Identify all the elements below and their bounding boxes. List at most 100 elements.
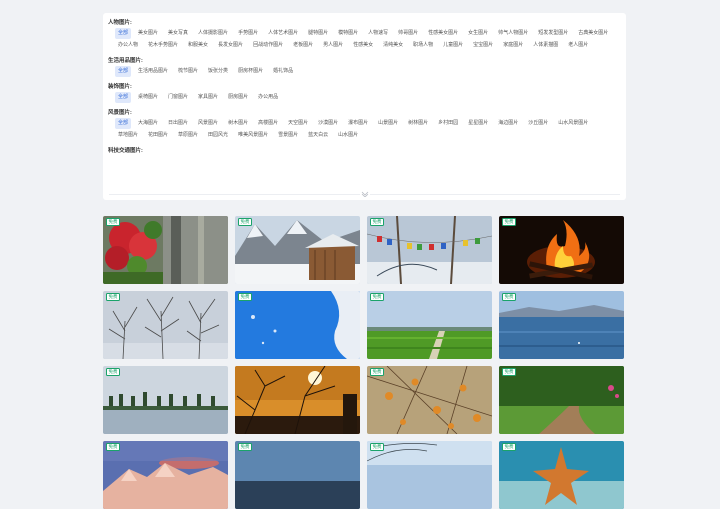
category-tag[interactable]: 沙丘图片: [525, 118, 551, 129]
image-thumbnail[interactable]: [103, 366, 228, 434]
category-tag[interactable]: 草地图片: [115, 130, 141, 141]
category-tag[interactable]: 沙漠图片: [315, 118, 341, 129]
category-tag[interactable]: 老板图片: [290, 40, 316, 51]
category-tag[interactable]: 手势图片: [235, 28, 261, 39]
category-tag[interactable]: 蓝天白云: [305, 130, 331, 141]
category-tag[interactable]: 瀑布图片: [345, 118, 371, 129]
category-tag[interactable]: 全部: [115, 28, 132, 39]
category-tag[interactable]: 清纯美女: [380, 40, 406, 51]
category-tag[interactable]: 美女图片: [135, 28, 161, 39]
category-tag[interactable]: 天空图片: [285, 118, 311, 129]
category-tag[interactable]: 厨房杯图片: [235, 66, 266, 77]
category-tag[interactable]: 帅哥图片: [395, 28, 421, 39]
image-card[interactable]: 免费: [235, 441, 360, 509]
image-card[interactable]: [235, 366, 360, 434]
image-card[interactable]: 免费: [367, 366, 492, 434]
category-tag[interactable]: 厨房图片: [225, 92, 251, 103]
category-tag[interactable]: 桌椅图片: [135, 92, 161, 103]
image-card[interactable]: 免费: [103, 366, 228, 434]
image-thumbnail[interactable]: [103, 441, 228, 509]
image-thumbnail[interactable]: [235, 366, 360, 434]
category-tag[interactable]: 家具图片: [195, 92, 221, 103]
category-tag[interactable]: 短发发型图片: [535, 28, 571, 39]
category-tag[interactable]: 腿特图片: [305, 28, 331, 39]
image-card[interactable]: 免费: [103, 441, 228, 509]
image-card[interactable]: 免费: [103, 216, 228, 284]
category-tag[interactable]: 乡村田园: [435, 118, 461, 129]
category-tag[interactable]: 雪景图片: [275, 130, 301, 141]
category-tag[interactable]: 办公用品: [255, 92, 281, 103]
image-thumbnail[interactable]: [499, 291, 624, 359]
category-tag[interactable]: 女生图片: [465, 28, 491, 39]
category-tag[interactable]: 人物速写: [365, 28, 391, 39]
category-tag[interactable]: 高楼图片: [255, 118, 281, 129]
category-tag[interactable]: 全部: [115, 118, 132, 129]
category-tag[interactable]: 全部: [115, 92, 132, 103]
category-tag[interactable]: 性感美女: [350, 40, 376, 51]
image-thumbnail[interactable]: [367, 291, 492, 359]
image-thumbnail[interactable]: [103, 291, 228, 359]
image-card[interactable]: 免费: [235, 291, 360, 359]
category-tag[interactable]: 田园风光: [205, 130, 231, 141]
category-tag[interactable]: 山水图片: [335, 130, 361, 141]
image-thumbnail[interactable]: [499, 216, 624, 284]
category-tag[interactable]: 美女写真: [165, 28, 191, 39]
chevron-down-icon[interactable]: [359, 190, 370, 198]
category-tag[interactable]: 花木手势图片: [145, 40, 181, 51]
image-card[interactable]: 免费: [499, 366, 624, 434]
category-tag[interactable]: 饭张分类: [205, 66, 231, 77]
category-tag[interactable]: 山景图片: [375, 118, 401, 129]
category-tag[interactable]: 婚礼饰品: [270, 66, 296, 77]
image-thumbnail[interactable]: [499, 366, 624, 434]
category-tag[interactable]: 生活用品图片: [135, 66, 171, 77]
image-thumbnail[interactable]: [499, 441, 624, 509]
category-tag[interactable]: 家庭图片: [500, 40, 526, 51]
image-card[interactable]: 免费: [103, 291, 228, 359]
category-tag[interactable]: 梳节图片: [175, 66, 201, 77]
image-card[interactable]: 免费: [499, 441, 624, 509]
category-tag[interactable]: 海边图片: [495, 118, 521, 129]
category-tag[interactable]: 長发女图片: [215, 40, 246, 51]
category-tag[interactable]: 风景图片: [195, 118, 221, 129]
category-tag[interactable]: 宝宝图片: [470, 40, 496, 51]
category-tag[interactable]: 全部: [115, 66, 132, 77]
category-tag[interactable]: 树林图片: [405, 118, 431, 129]
category-tag[interactable]: 草原图片: [175, 130, 201, 141]
category-tag[interactable]: 大海图片: [135, 118, 161, 129]
image-card[interactable]: 免费: [499, 291, 624, 359]
category-tag[interactable]: 儿童图片: [440, 40, 466, 51]
image-thumbnail[interactable]: [367, 216, 492, 284]
image-thumbnail[interactable]: [235, 441, 360, 509]
category-tag[interactable]: 人体摄影图片: [195, 28, 231, 39]
category-tag[interactable]: 唯美风景图片: [235, 130, 271, 141]
category-tag[interactable]: 模特图片: [335, 28, 361, 39]
expand-toggle[interactable]: [103, 188, 626, 200]
image-thumbnail[interactable]: [103, 216, 228, 284]
category-tag[interactable]: 性感美女图片: [425, 28, 461, 39]
image-card[interactable]: 免费: [235, 216, 360, 284]
image-card[interactable]: 免费: [367, 441, 492, 509]
category-tag[interactable]: 回战动作图片: [250, 40, 286, 51]
category-tag[interactable]: 古典美女图片: [575, 28, 611, 39]
category-tag[interactable]: 门窗图片: [165, 92, 191, 103]
image-card[interactable]: 免费: [367, 216, 492, 284]
image-thumbnail[interactable]: [235, 291, 360, 359]
image-thumbnail[interactable]: [367, 366, 492, 434]
category-tag[interactable]: 老人图片: [565, 40, 591, 51]
category-tag[interactable]: 男人图片: [320, 40, 346, 51]
image-thumbnail[interactable]: [367, 441, 492, 509]
category-tag[interactable]: 日出图片: [165, 118, 191, 129]
category-tag[interactable]: 人体素描图: [530, 40, 561, 51]
category-tag[interactable]: 办公人物: [115, 40, 141, 51]
category-tag[interactable]: 树木图片: [225, 118, 251, 129]
category-tag[interactable]: 山水风景图片: [555, 118, 591, 129]
image-card[interactable]: 免费: [367, 291, 492, 359]
category-tag[interactable]: 和服美女: [185, 40, 211, 51]
category-tag[interactable]: 星星图片: [465, 118, 491, 129]
category-tag[interactable]: 职场人物: [410, 40, 436, 51]
image-thumbnail[interactable]: [235, 216, 360, 284]
category-tag[interactable]: 人体艺术图片: [265, 28, 301, 39]
image-card[interactable]: 免费: [499, 216, 624, 284]
category-tag[interactable]: 帅气人物图片: [495, 28, 531, 39]
category-tag[interactable]: 花田图片: [145, 130, 171, 141]
